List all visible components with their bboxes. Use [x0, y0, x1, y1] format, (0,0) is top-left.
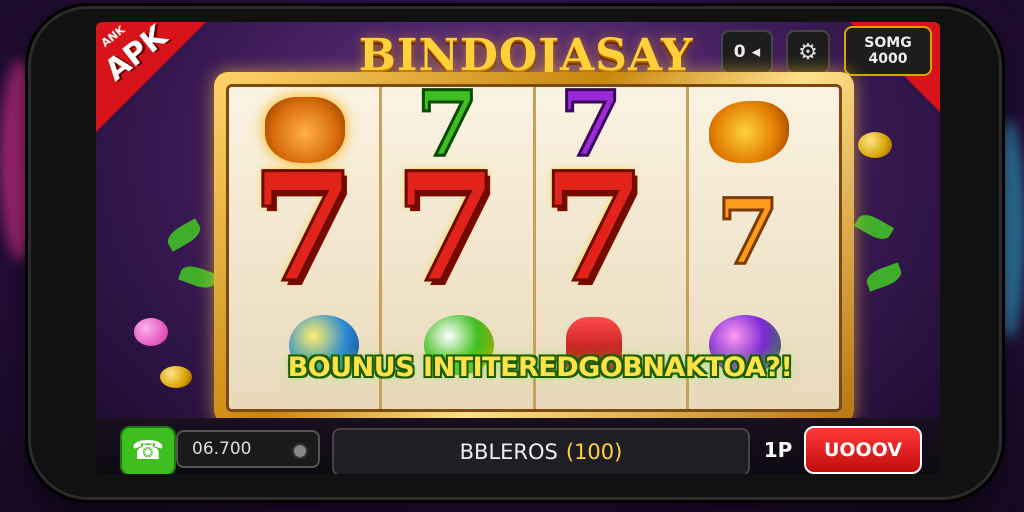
balance-toggle-icon[interactable]	[292, 443, 308, 459]
balance-field[interactable]: 06.700	[176, 430, 320, 468]
spin-button[interactable]: UOOOV	[804, 426, 922, 474]
coin-icon	[858, 132, 892, 158]
bet-label: BBLEROS	[459, 440, 558, 464]
bet-value: (100)	[565, 440, 623, 464]
score-value: 4000	[868, 51, 908, 67]
fish-icon	[708, 101, 789, 163]
score-display: SOMG 4000	[844, 26, 932, 76]
coin-icon	[160, 366, 192, 388]
leaf-icon	[178, 262, 218, 292]
lines-button[interactable]: 1P	[760, 430, 796, 470]
leaf-icon	[163, 218, 205, 252]
seven-symbol-orange: 7	[715, 179, 781, 285]
leaf-icon	[853, 210, 895, 244]
game-screen: ANK APK BINDOJASAY 0 ◂ ⚙ SOMG 4000 7 7 7	[96, 22, 940, 474]
call-button[interactable]: ☎	[120, 426, 176, 474]
seven-symbol: 7	[249, 140, 356, 316]
settings-button[interactable]: ⚙	[786, 30, 830, 74]
bet-display[interactable]: BBLEROS (100)	[332, 428, 750, 474]
hud-counter-icon: ◂	[751, 42, 761, 62]
leaf-icon	[864, 262, 904, 292]
phone-icon: ☎	[131, 436, 165, 466]
seven-symbol: 7	[393, 140, 500, 316]
balance-value: 06.700	[192, 439, 252, 459]
hud-counter[interactable]: 0 ◂	[721, 30, 773, 74]
gem-icon	[134, 318, 168, 346]
hud-counter-value: 0	[733, 42, 746, 62]
score-label: SOMG	[864, 35, 912, 51]
seven-symbol: 7	[540, 140, 647, 316]
gear-icon: ⚙	[798, 39, 818, 65]
bonus-banner: BOUNUS INTITEREDGOBNAKTOA?!	[287, 352, 793, 383]
